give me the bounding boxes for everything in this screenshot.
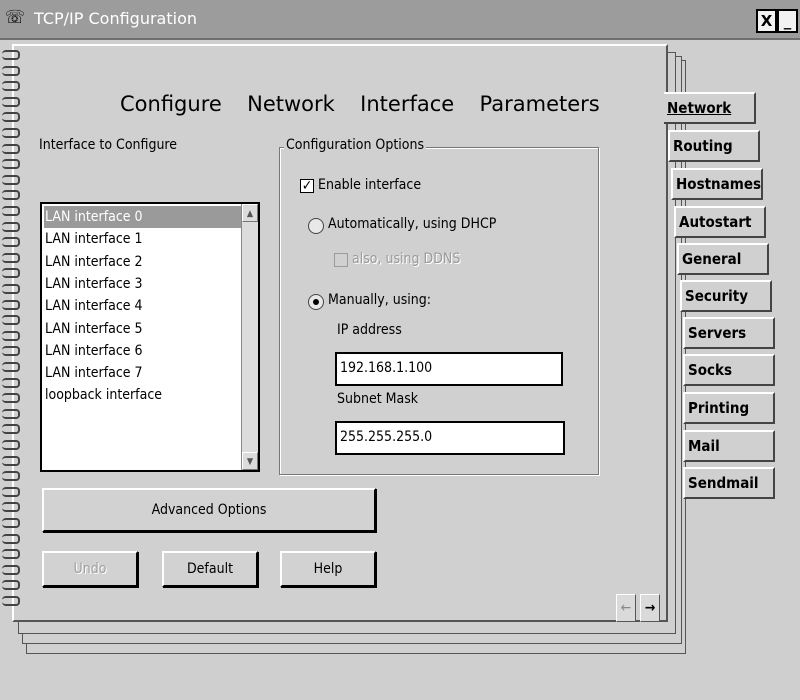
interface-list-item[interactable]: LAN interface 1: [44, 228, 245, 250]
spiral-ring: [2, 330, 20, 341]
tab-servers[interactable]: Servers: [683, 317, 775, 349]
default-button[interactable]: Default: [162, 551, 258, 587]
interface-list-item[interactable]: LAN interface 3: [44, 273, 245, 295]
spiral-ring: [2, 299, 20, 310]
subnet-mask-label: Subnet Mask: [337, 391, 419, 407]
spiral-ring: [2, 159, 20, 170]
page-heading: Configure Network Interface Parameters: [120, 92, 600, 116]
interface-label: Interface to Configure: [39, 137, 178, 153]
undo-button[interactable]: Undo: [42, 551, 138, 587]
ddns-checkbox[interactable]: [334, 253, 348, 267]
spiral-ring: [2, 486, 20, 497]
listbox-scrollbar[interactable]: ▲ ▼: [241, 204, 258, 470]
spiral-ring: [2, 315, 20, 326]
spiral-ring: [2, 252, 20, 263]
right-arrow-icon[interactable]: →: [640, 594, 660, 622]
spiral-ring: [2, 533, 20, 544]
manual-radio[interactable]: [308, 294, 324, 310]
tcpip-app-icon[interactable]: ☏: [4, 7, 26, 29]
spiral-ring: [2, 362, 20, 372]
spiral-ring: [2, 81, 20, 92]
help-button[interactable]: Help: [280, 551, 376, 587]
interface-listbox[interactable]: LAN interface 0 LAN interface 1 LAN interf…: [40, 202, 260, 472]
interface-list-item[interactable]: LAN interface 5: [44, 318, 245, 340]
scroll-up-icon[interactable]: ▲: [242, 204, 258, 222]
spiral-ring: [2, 50, 20, 60]
enable-interface-checkbox[interactable]: ✓: [300, 179, 314, 193]
spiral-ring: [2, 206, 20, 216]
interface-list-item[interactable]: LAN interface 6: [44, 340, 245, 362]
ip-address-label: IP address: [337, 322, 402, 338]
spiral-ring: [2, 440, 20, 450]
tab-socks[interactable]: Socks: [683, 354, 775, 386]
spiral-ring: [2, 346, 20, 357]
manual-label: Manually, using:: [328, 292, 431, 308]
ddns-label: also, using DDNS: [352, 251, 461, 267]
dhcp-radio[interactable]: [308, 218, 324, 234]
spiral-ring: [2, 408, 20, 419]
spiral-ring: [2, 377, 20, 388]
spiral-ring: [2, 518, 20, 528]
spiral-ring: [2, 237, 20, 248]
spiral-ring: [2, 174, 20, 185]
spiral-ring: [2, 143, 20, 154]
tab-general[interactable]: General: [677, 243, 769, 275]
dhcp-label: Automatically, using DHCP: [328, 216, 497, 232]
left-arrow-icon[interactable]: ←: [616, 594, 636, 622]
subnet-mask-field[interactable]: 255.255.255.0: [335, 421, 565, 455]
tab-hostnames[interactable]: Hostnames: [671, 168, 763, 200]
tab-routing[interactable]: Routing: [668, 130, 760, 162]
spiral-ring: [2, 424, 20, 435]
spiral-ring: [2, 596, 20, 606]
spiral-ring: [2, 564, 20, 575]
spiral-ring: [2, 580, 20, 591]
spiral-ring: [2, 471, 20, 482]
advanced-options-button[interactable]: Advanced Options: [42, 488, 376, 532]
spiral-ring: [2, 455, 20, 466]
spiral-ring: [2, 502, 20, 513]
tab-security[interactable]: Security: [680, 280, 772, 312]
group-title: Configuration Options: [284, 137, 427, 153]
tab-network[interactable]: Network: [664, 92, 756, 124]
ip-address-field[interactable]: 192.168.1.100: [335, 352, 563, 386]
spiral-binding: [0, 50, 22, 620]
spiral-ring: [2, 268, 20, 279]
tab-mail[interactable]: Mail: [683, 430, 775, 462]
tab-sendmail[interactable]: Sendmail: [683, 467, 775, 499]
spiral-ring: [2, 112, 20, 123]
close-button[interactable]: X: [756, 9, 777, 33]
tab-autostart[interactable]: Autostart: [674, 206, 766, 238]
window-title: TCP/IP Configuration: [34, 9, 198, 28]
spiral-ring: [2, 128, 20, 138]
minimize-button[interactable]: _: [777, 9, 798, 33]
spiral-ring: [2, 190, 20, 201]
spiral-ring: [2, 96, 20, 107]
scroll-down-icon[interactable]: ▼: [242, 452, 258, 470]
title-bar: ☏ TCP/IP Configuration X _: [0, 0, 800, 40]
spiral-ring: [2, 393, 20, 404]
tab-printing[interactable]: Printing: [683, 392, 775, 424]
spiral-ring: [2, 284, 20, 294]
interface-list-item[interactable]: LAN interface 0: [44, 206, 245, 228]
enable-interface-label: Enable interface: [318, 177, 422, 193]
interface-list-item[interactable]: LAN interface 7: [44, 362, 245, 384]
interface-list-item[interactable]: loopback interface: [44, 384, 245, 406]
spiral-ring: [2, 65, 20, 76]
spiral-ring: [2, 221, 20, 232]
interface-list-item[interactable]: LAN interface 2: [44, 251, 245, 273]
spiral-ring: [2, 549, 20, 560]
interface-list-item[interactable]: LAN interface 4: [44, 295, 245, 317]
